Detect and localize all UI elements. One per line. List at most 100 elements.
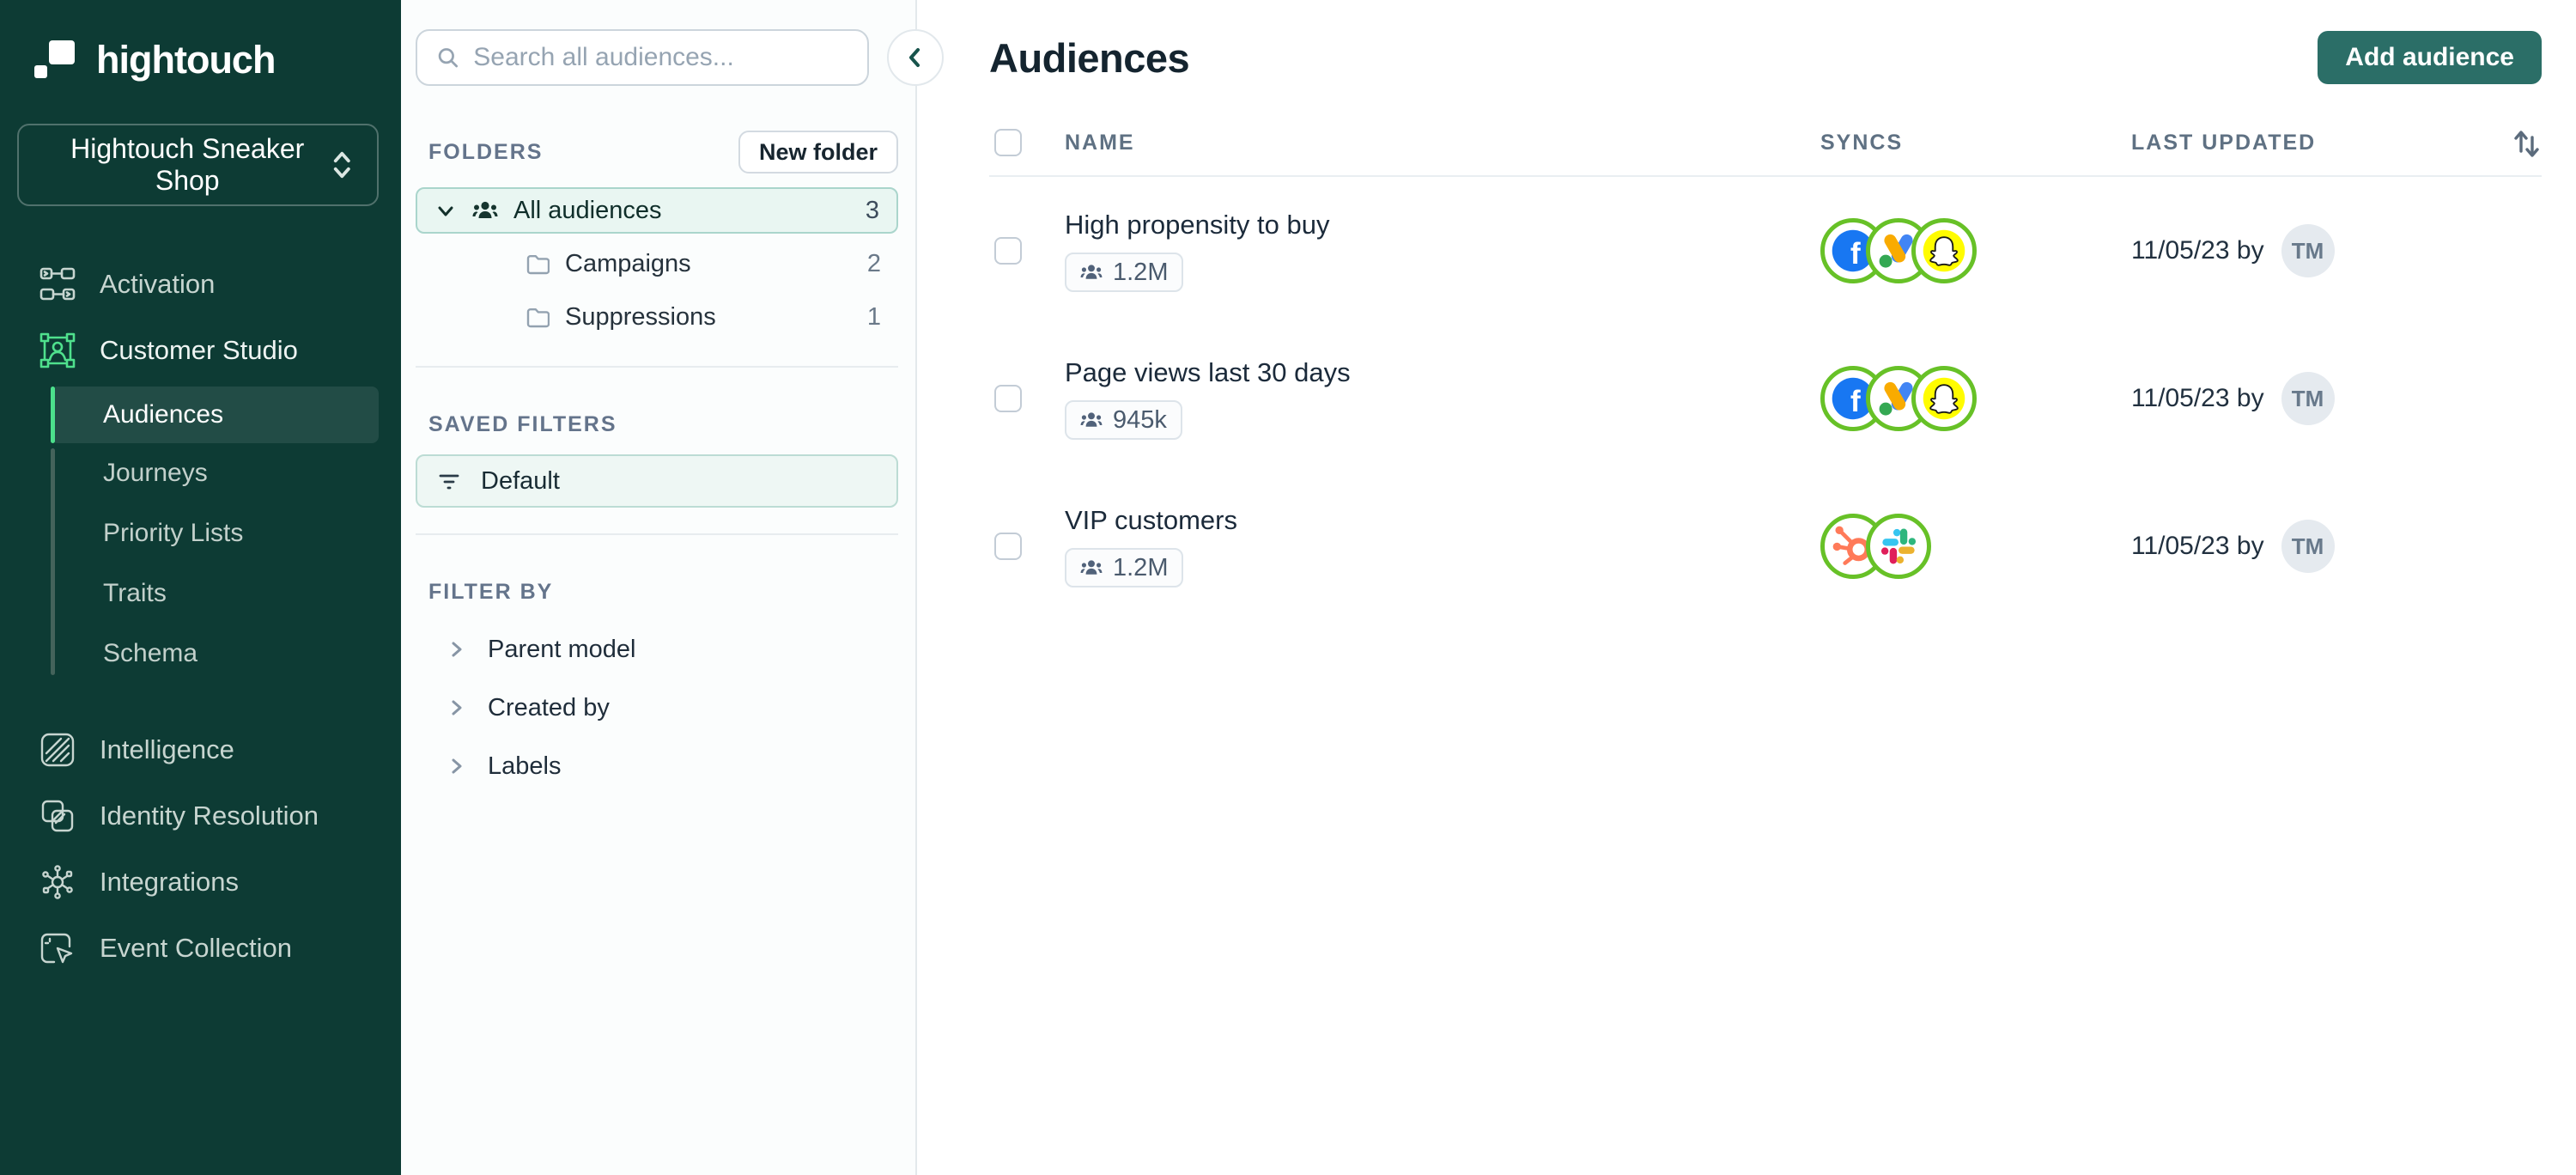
folder-campaigns[interactable]: Campaigns 2 [416, 240, 898, 287]
sort-button[interactable] [2490, 125, 2542, 160]
subitem-label: Audiences [103, 400, 224, 429]
slack-sync-icon[interactable] [1866, 514, 1931, 579]
sidebar-item-traits[interactable]: Traits [51, 563, 379, 624]
name-cell: High propensity to buy 1.2M [1065, 210, 1820, 292]
sort-arrows-icon [2514, 131, 2539, 157]
hightouch-logo-icon [34, 40, 77, 80]
name-cell: VIP customers 1.2M [1065, 505, 1820, 588]
chevron-right-icon [452, 700, 462, 715]
filter-label: Parent model [488, 635, 636, 663]
avatar[interactable]: TM [2281, 224, 2335, 277]
sidebar-item-activation[interactable]: Activation [0, 251, 401, 317]
sidebar: hightouch Hightouch Sneaker Shop Activat… [0, 0, 401, 1175]
event-collection-icon [38, 928, 77, 968]
people-icon [1080, 412, 1103, 427]
sidebar-item-priority-lists[interactable]: Priority Lists [51, 503, 379, 563]
name-cell: Page views last 30 days 945k [1065, 357, 1820, 440]
row-checkbox[interactable] [994, 533, 1022, 560]
integrations-icon [38, 862, 77, 902]
audience-size: 1.2M [1113, 553, 1169, 581]
avatar[interactable]: TM [2281, 520, 2335, 573]
folder-all-audiences[interactable]: All audiences 3 [416, 187, 898, 234]
sidebar-item-journeys[interactable]: Journeys [51, 443, 379, 503]
panel-divider [416, 366, 898, 368]
row-checkbox[interactable] [994, 385, 1022, 412]
collapse-panel-button[interactable] [887, 29, 944, 86]
audience-name-link[interactable]: VIP customers [1065, 505, 1820, 536]
audience-size: 1.2M [1113, 258, 1169, 286]
sidebar-nav: Activation Customer Studio Audiences Jou… [0, 251, 401, 981]
sidebar-lower-nav: Intelligence Identity Resolution Integra… [0, 716, 401, 981]
folder-icon [526, 308, 550, 328]
row-checkbox[interactable] [994, 237, 1022, 265]
panel-divider [416, 533, 898, 535]
search-box [416, 29, 869, 86]
workspace-selector[interactable]: Hightouch Sneaker Shop [17, 124, 379, 206]
app-root: hightouch Hightouch Sneaker Shop Activat… [0, 0, 2576, 1175]
syncs-cell [1820, 514, 2131, 579]
audience-size-badge: 945k [1065, 400, 1182, 440]
filter-created-by[interactable]: Created by [416, 679, 898, 737]
audience-size-badge: 1.2M [1065, 253, 1184, 292]
folder-name: All audiences [513, 196, 662, 224]
snapchat-sync-icon[interactable] [1911, 366, 1977, 431]
folder-name: Campaigns [565, 249, 691, 277]
filter-label: Created by [488, 693, 610, 721]
people-icon [1080, 560, 1103, 575]
filter-parent-model[interactable]: Parent model [416, 620, 898, 679]
audience-filter-panel: FOLDERS New folder All audiences 3 [401, 0, 944, 1175]
last-updated-cell: 11/05/23 by TM [2131, 372, 2542, 425]
sidebar-item-customer-studio[interactable]: Customer Studio [0, 317, 401, 383]
sidebar-item-label: Event Collection [100, 932, 293, 963]
hightouch-logo-text: hightouch [96, 38, 276, 82]
saved-filters-section-label: SAVED FILTERS [428, 412, 617, 436]
sidebar-item-schema[interactable]: Schema [51, 624, 379, 684]
select-all-checkbox[interactable] [994, 129, 1022, 156]
filter-by-section-label: FILTER BY [428, 580, 554, 604]
main-content: Audiences Add audience NAME SYNCS LAST U… [917, 0, 2576, 1175]
sidebar-item-label: Activation [100, 268, 216, 299]
audience-size: 945k [1113, 405, 1167, 434]
sidebar-item-intelligence[interactable]: Intelligence [0, 716, 401, 782]
sidebar-item-label: Intelligence [100, 734, 234, 764]
audience-name-link[interactable]: Page views last 30 days [1065, 357, 1820, 388]
audience-name-link[interactable]: High propensity to buy [1065, 210, 1820, 240]
table-row: High propensity to buy 1.2M f 11/05/23 b… [989, 177, 2542, 325]
search-input[interactable] [473, 43, 848, 72]
saved-filter-default[interactable]: Default [416, 454, 898, 508]
folder-name: Suppressions [565, 302, 716, 331]
sidebar-item-identity-resolution[interactable]: Identity Resolution [0, 782, 401, 849]
column-name: NAME [1065, 130, 1135, 155]
add-audience-button[interactable]: Add audience [2318, 31, 2542, 84]
workspace-updown-chevron-icon [334, 151, 351, 179]
sidebar-item-event-collection[interactable]: Event Collection [0, 915, 401, 981]
snapchat-sync-icon[interactable] [1911, 218, 1977, 283]
folder-count: 2 [866, 249, 881, 277]
column-syncs: SYNCS [1820, 130, 1904, 155]
table-row: Page views last 30 days 945k f 11/05/23 … [989, 325, 2542, 472]
avatar[interactable]: TM [2281, 372, 2335, 425]
search-icon [438, 48, 459, 68]
audience-table-body: High propensity to buy 1.2M f 11/05/23 b… [989, 175, 2542, 620]
hightouch-logo[interactable]: hightouch [0, 0, 401, 82]
folder-tree: All audiences 3 Campaigns 2 Suppressions… [401, 187, 915, 340]
sidebar-item-audiences[interactable]: Audiences [51, 387, 379, 443]
filter-labels[interactable]: Labels [416, 737, 898, 795]
svg-text:f: f [1850, 384, 1861, 418]
main-header: Audiences Add audience [989, 0, 2542, 84]
syncs-cell: f [1820, 366, 2131, 431]
last-updated-text: 11/05/23 by [2131, 532, 2264, 560]
last-updated-cell: 11/05/23 by TM [2131, 224, 2542, 277]
last-updated-text: 11/05/23 by [2131, 384, 2264, 412]
audience-size-badge: 1.2M [1065, 548, 1184, 588]
folder-suppressions[interactable]: Suppressions 1 [416, 294, 898, 340]
sidebar-item-label: Customer Studio [100, 334, 298, 365]
identity-resolution-icon [38, 796, 77, 836]
new-folder-button[interactable]: New folder [738, 131, 898, 174]
syncs-cell: f [1820, 218, 2131, 283]
last-updated-cell: 11/05/23 by TM [2131, 520, 2542, 573]
sidebar-item-integrations[interactable]: Integrations [0, 849, 401, 915]
sidebar-item-label: Identity Resolution [100, 800, 319, 831]
folders-section-label: FOLDERS [428, 139, 544, 164]
subitem-label: Journeys [103, 459, 208, 487]
